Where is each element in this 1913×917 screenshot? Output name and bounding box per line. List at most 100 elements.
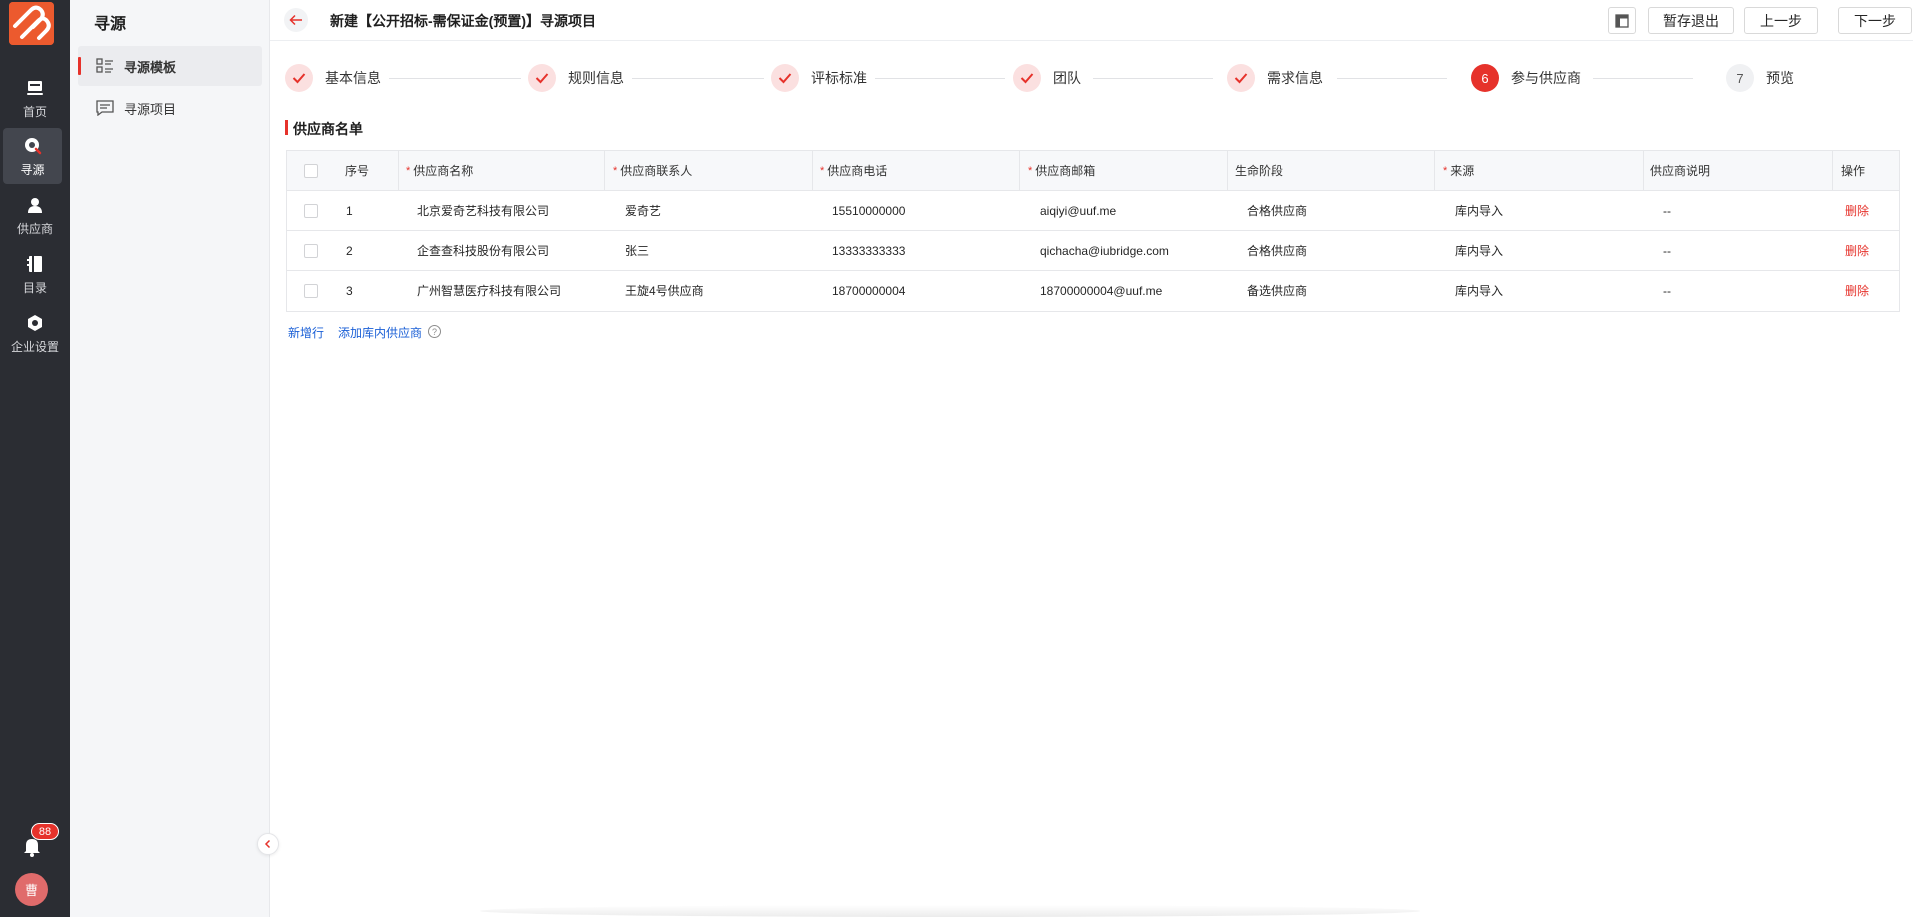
step-connector: [1593, 78, 1693, 79]
rail-item-enterprise-settings[interactable]: 企业设置: [0, 305, 70, 361]
select-all-checkbox[interactable]: [304, 163, 318, 178]
cell-stage: 合格供应商: [1247, 204, 1308, 218]
next-step-button[interactable]: 下一步: [1838, 7, 1912, 34]
sidebar-item-sourcing-project[interactable]: 寻源项目: [78, 88, 262, 128]
delete-link[interactable]: 删除: [1845, 271, 1869, 310]
column-header-source: * 来源: [1443, 164, 1475, 178]
app-root: 首页 寻源 供应商 目录 企业设置 88 曹 寻源 寻源模板 寻源项目 新建【公…: [0, 0, 1913, 917]
cell-contact: 王旋4号供应商: [625, 284, 704, 298]
rail-item-label: 首页: [22, 104, 47, 119]
stepper: 基本信息 规则信息 评标标准 团队 需求信息 6 参与供应商 7 预览: [285, 64, 1900, 94]
cell-index: 2: [346, 243, 353, 258]
template-list-icon: [96, 57, 116, 75]
cell-name: 广州智慧医疗科技有限公司: [417, 284, 562, 298]
step-rule-info[interactable]: 规则信息: [528, 64, 624, 92]
step-connector: [1337, 78, 1447, 79]
step-label: 预览: [1766, 70, 1794, 86]
rail-item-label: 寻源: [20, 162, 45, 177]
step-label: 参与供应商: [1511, 70, 1581, 86]
bottom-shadow: [480, 905, 1420, 917]
sourcing-icon: [22, 135, 44, 157]
rail-item-supplier[interactable]: 供应商: [0, 187, 70, 243]
column-header-phone: * 供应商电话: [820, 164, 888, 178]
cell-email: qichacha@iubridge.com: [1040, 243, 1169, 258]
notification-badge: 88: [31, 823, 59, 840]
sidebar-title: 寻源: [94, 16, 127, 33]
cell-source: 库内导入: [1455, 284, 1504, 298]
step-team[interactable]: 团队: [1013, 64, 1081, 92]
step-basic-info[interactable]: 基本信息: [285, 64, 381, 92]
rail-item-label: 企业设置: [10, 339, 59, 354]
page-title: 新建【公开招标-需保证金(预置)】寻源项目: [330, 13, 596, 29]
project-message-icon: [96, 99, 116, 117]
help-icon[interactable]: ?: [428, 325, 441, 338]
save-exit-button[interactable]: 暂存退出: [1648, 7, 1734, 34]
sidebar: 寻源 寻源模板 寻源项目: [70, 0, 270, 917]
step-connector: [875, 78, 1005, 79]
arrow-left-icon: [289, 14, 302, 26]
delete-link[interactable]: 删除: [1845, 231, 1869, 270]
add-library-supplier-link[interactable]: 添加库内供应商: [338, 324, 422, 341]
cell-stage: 合格供应商: [1247, 244, 1308, 258]
cell-email: 18700000004@uuf.me: [1040, 283, 1163, 298]
step-requirement-info[interactable]: 需求信息: [1227, 64, 1323, 92]
step-label: 评标标准: [811, 70, 867, 86]
check-icon: [771, 64, 799, 92]
column-header-stage: 生命阶段: [1235, 164, 1284, 178]
cell-contact: 张三: [625, 244, 650, 258]
prev-step-button[interactable]: 上一步: [1744, 7, 1818, 34]
step-connector: [389, 78, 521, 79]
add-row-link[interactable]: 新增行: [288, 324, 324, 341]
cell-name: 北京爱奇艺科技有限公司: [417, 204, 550, 218]
step-label: 需求信息: [1267, 70, 1323, 86]
supplier-icon: [24, 194, 46, 216]
cell-stage: 备选供应商: [1247, 284, 1308, 298]
cell-phone: 13333333333: [832, 243, 906, 258]
app-logo[interactable]: [9, 2, 54, 45]
collapse-sidebar-button[interactable]: [257, 833, 279, 855]
check-icon: [1227, 64, 1255, 92]
cell-phone: 18700000004: [832, 283, 906, 298]
column-header-email: * 供应商邮箱: [1028, 164, 1096, 178]
catalog-icon: [24, 253, 46, 275]
layout-icon: [1615, 13, 1629, 28]
step-number: 7: [1726, 64, 1754, 92]
cell-note: --: [1663, 283, 1671, 298]
sidebar-item-sourcing-template[interactable]: 寻源模板: [78, 46, 262, 86]
step-label: 团队: [1053, 70, 1081, 86]
rail-item-catalog[interactable]: 目录: [0, 246, 70, 302]
check-icon: [1013, 64, 1041, 92]
avatar[interactable]: 曹: [15, 873, 48, 906]
step-label: 基本信息: [325, 70, 381, 86]
step-number: 6: [1471, 64, 1499, 92]
back-button[interactable]: [284, 8, 308, 32]
step-connector: [632, 78, 764, 79]
rail-item-label: 目录: [22, 280, 47, 295]
cell-note: --: [1663, 243, 1671, 258]
page-header: 新建【公开招标-需保证金(预置)】寻源项目 暂存退出 上一步 下一步: [270, 0, 1913, 41]
table-header-row: 序号 * 供应商名称 * 供应商联系人 * 供应商电话 * 供应商邮箱 生命阶段 * 来源…: [287, 151, 1899, 191]
delete-link[interactable]: 删除: [1845, 191, 1869, 230]
sidebar-item-label: 寻源项目: [124, 101, 177, 117]
column-header-name: * 供应商名称: [406, 164, 474, 178]
row-checkbox[interactable]: [304, 243, 318, 258]
table-row: 2 企查查科技股份有限公司 张三 13333333333 qichacha@iu…: [287, 231, 1899, 271]
step-participating-suppliers[interactable]: 6 参与供应商: [1471, 64, 1581, 92]
step-preview[interactable]: 7 预览: [1726, 64, 1794, 92]
sidebar-item-label: 寻源模板: [124, 59, 177, 75]
row-checkbox[interactable]: [304, 283, 318, 298]
check-icon: [528, 64, 556, 92]
column-header-note: 供应商说明: [1650, 164, 1711, 178]
column-header-action: 操作: [1841, 164, 1866, 178]
cell-note: --: [1663, 203, 1671, 218]
cell-phone: 15510000000: [832, 203, 906, 218]
left-rail: 首页 寻源 供应商 目录 企业设置 88 曹: [0, 0, 70, 917]
rail-item-sourcing[interactable]: 寻源: [3, 128, 62, 184]
check-icon: [285, 64, 313, 92]
row-checkbox[interactable]: [304, 203, 318, 218]
step-evaluation-criteria[interactable]: 评标标准: [771, 64, 867, 92]
supplier-table: 序号 * 供应商名称 * 供应商联系人 * 供应商电话 * 供应商邮箱 生命阶段 * 来源…: [286, 150, 1900, 312]
step-label: 规则信息: [568, 70, 624, 86]
rail-item-home[interactable]: 首页: [0, 70, 70, 126]
layout-toggle-button[interactable]: [1608, 7, 1636, 34]
